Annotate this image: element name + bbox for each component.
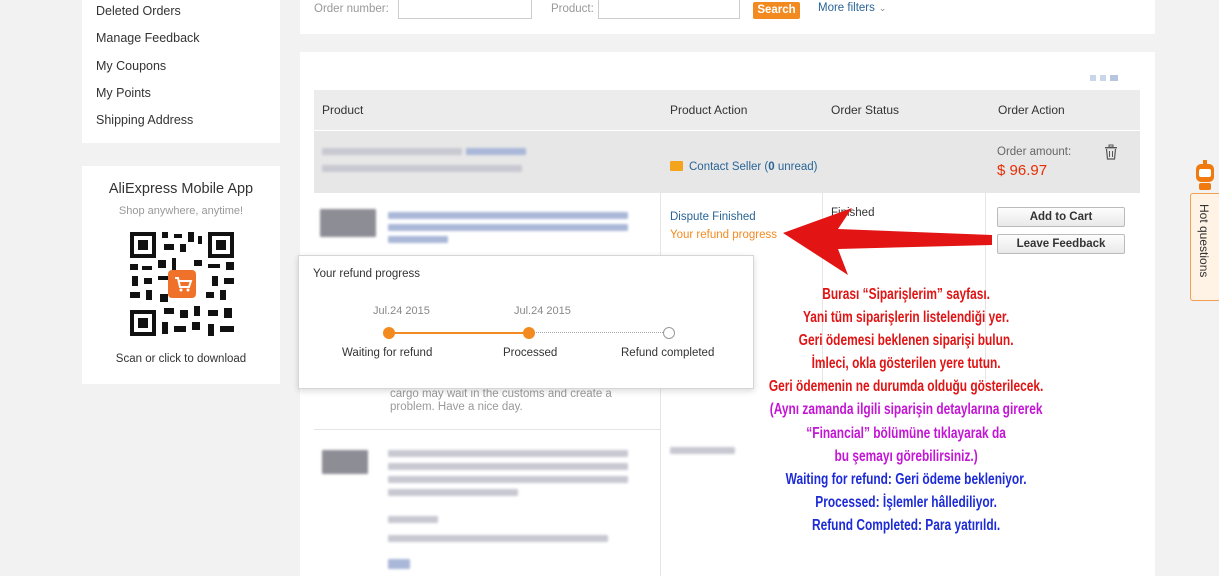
step-date-waiting: Jul.24 2015	[373, 305, 430, 317]
order-amount-label: Order amount:	[997, 146, 1072, 158]
header-product: Product	[322, 103, 364, 117]
annotation-line: Waiting for refund: Geri ödeme bekleniyo…	[785, 470, 1027, 488]
order-amount-value: $ 96.97	[997, 162, 1048, 179]
sidebar-item-my-coupons[interactable]: My Coupons	[96, 59, 166, 73]
annotation-line: Processed: İşlemler hâllediliyor.	[815, 493, 997, 511]
qr-code-icon[interactable]	[128, 230, 236, 338]
order-number-input[interactable]	[398, 0, 532, 19]
refund-progress-link[interactable]: Your refund progress	[670, 229, 777, 241]
sidebar-item-manage-feedback[interactable]: Manage Feedback	[96, 31, 200, 45]
contact-seller-link[interactable]: Contact Seller (0 unread)	[670, 161, 818, 173]
orders-table-header: Product Product Action Order Status Orde…	[314, 90, 1140, 130]
pagination-control[interactable]	[1090, 70, 1138, 81]
view-detail-link-blurred[interactable]	[466, 148, 526, 155]
sidebar-item-shipping-address[interactable]: Shipping Address	[96, 113, 193, 127]
order-number-label: Order number:	[314, 3, 389, 15]
product-title-blurred	[388, 224, 628, 231]
product-title-blurred	[388, 236, 448, 243]
trash-icon[interactable]	[1104, 144, 1118, 160]
order-time-blurred	[322, 165, 522, 172]
annotation-line: Burası “Siparişlerim” sayfası.	[822, 286, 990, 303]
app-promo-title: AliExpress Mobile App	[108, 181, 254, 197]
contact-seller-label: Contact Seller (	[689, 161, 769, 173]
product-title-blurred	[388, 489, 518, 496]
more-filters-link[interactable]: More filters ⌄	[818, 2, 886, 14]
order-id-blurred	[322, 148, 462, 155]
product-title-blurred[interactable]	[388, 450, 628, 457]
annotation-line: Geri ödemesi beklenen siparişi bulun.	[798, 332, 1014, 350]
row-divider	[314, 429, 660, 430]
app-download-link[interactable]: Scan or click to download	[82, 353, 280, 365]
product-badge-blurred	[388, 559, 410, 569]
step-dot-refund-completed	[663, 327, 675, 339]
chevron-down-icon: ⌄	[878, 3, 887, 13]
product-price-blurred	[388, 516, 438, 523]
app-promo-subtitle: Shop anywhere, anytime!	[118, 205, 244, 217]
step-dot-processed	[523, 327, 535, 339]
more-filters-label: More filters	[818, 2, 875, 14]
popover-title: Your refund progress	[313, 268, 420, 280]
annotation-line: İmleci, okla gösterilen yere tutun.	[811, 355, 1001, 373]
envelope-icon	[670, 161, 683, 171]
step-date-processed: Jul.24 2015	[514, 305, 571, 317]
annotation-line: “Financial” bölümüne tıklayarak da	[806, 424, 1006, 442]
seller-note-text: cargo may wait in the customs and create…	[390, 388, 612, 413]
annotation-line: Geri ödemenin ne durumda olduğu gösteril…	[768, 378, 1044, 396]
mobile-app-promo: AliExpress Mobile App Shop anywhere, any…	[82, 166, 280, 384]
product-thumbnail-blurred[interactable]	[320, 209, 376, 237]
progress-line-pending	[529, 332, 667, 333]
product-props-blurred	[388, 535, 608, 542]
annotation-line: (Aynı zamanda ilgili siparişin detayları…	[769, 401, 1043, 419]
order-search-panel: Order number: Product: Search More filte…	[300, 0, 1155, 34]
product-title-blurred	[388, 463, 628, 470]
add-to-cart-button[interactable]: Add to Cart	[997, 207, 1125, 227]
step-dot-waiting	[383, 327, 395, 339]
annotation-line: Refund Completed: Para yatırıldı.	[811, 516, 1001, 534]
annotation-arrow-icon	[783, 208, 992, 275]
product-title-blurred	[388, 476, 628, 483]
account-sidebar-menu: Deleted Orders Manage Feedback My Coupon…	[82, 0, 280, 143]
product-thumbnail-blurred[interactable]	[322, 450, 368, 474]
dispute-finished-link[interactable]: Dispute Finished	[670, 211, 756, 223]
header-order-status: Order Status	[831, 103, 900, 117]
leave-feedback-button[interactable]: Leave Feedback	[997, 234, 1125, 254]
annotation-line: Yani tüm siparişlerin listelendiği yer.	[802, 309, 1010, 327]
search-button[interactable]: Search	[753, 2, 800, 19]
header-product-action: Product Action	[670, 103, 748, 117]
step-label-processed: Processed	[503, 347, 558, 359]
robot-assistant-icon[interactable]	[1193, 160, 1217, 190]
sidebar-item-my-points[interactable]: My Points	[96, 86, 151, 100]
sidebar-item-deleted-orders[interactable]: Deleted Orders	[96, 4, 181, 18]
unread-label: unread)	[774, 161, 818, 173]
annotation-line: bu şemayı görebilirsiniz.)	[834, 447, 978, 465]
product-title-blurred[interactable]	[388, 212, 628, 219]
hot-questions-label: Hot questions	[1197, 204, 1211, 278]
product-input[interactable]	[598, 0, 740, 19]
header-order-action: Order Action	[998, 103, 1065, 117]
product-label: Product:	[551, 3, 594, 15]
progress-line-complete	[389, 332, 529, 334]
hot-questions-tab[interactable]: Hot questions	[1190, 193, 1219, 301]
tutorial-annotation: Burası “Siparişlerim” sayfası. Yani tüm …	[684, 283, 1129, 537]
step-label-waiting: Waiting for refund	[342, 347, 433, 359]
